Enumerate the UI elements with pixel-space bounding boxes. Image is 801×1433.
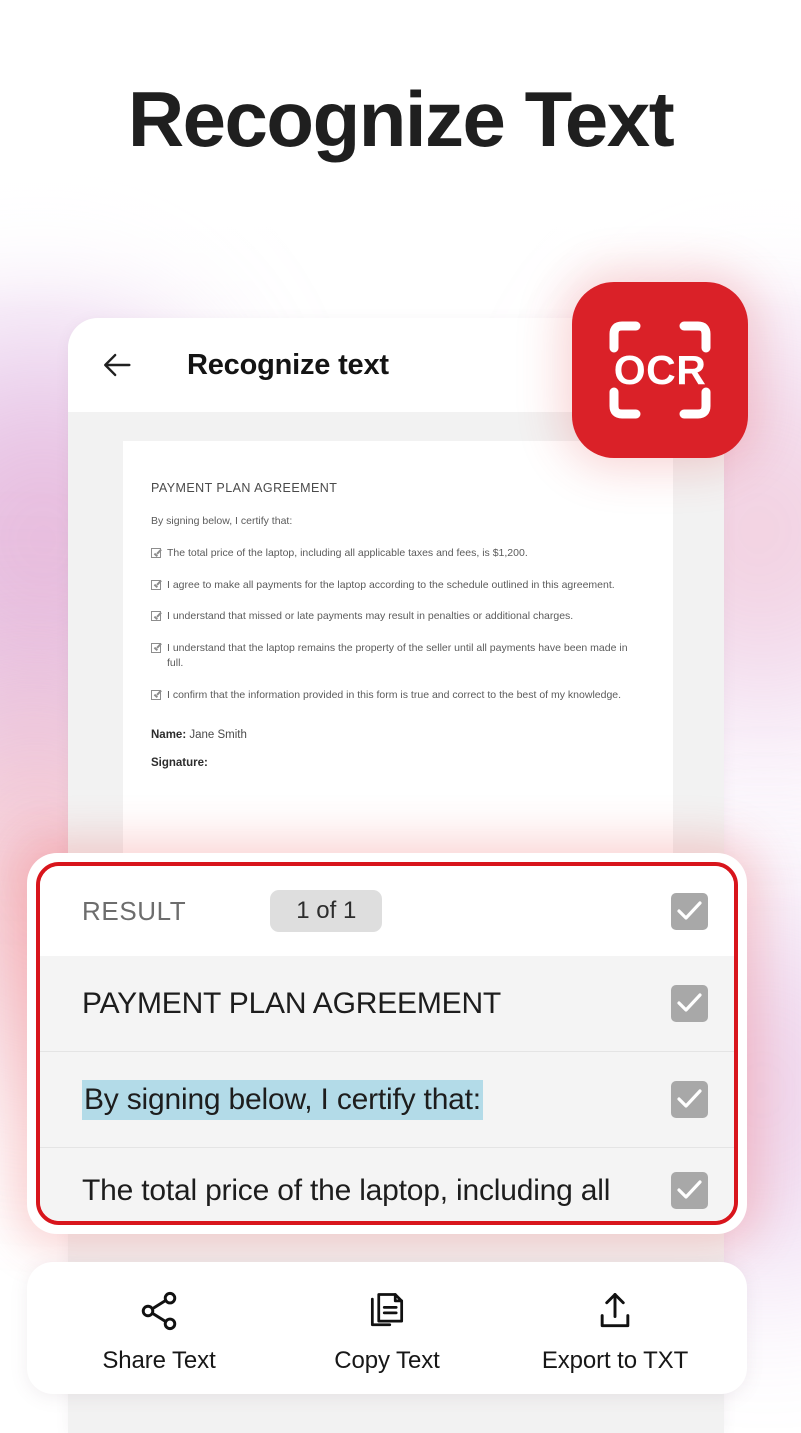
result-row-checkbox[interactable] xyxy=(671,1172,708,1209)
copy-text-button[interactable]: Copy Text xyxy=(312,1288,462,1375)
document-name-value: Jane Smith xyxy=(189,729,247,742)
document-checklist-item: I understand that missed or late payment… xyxy=(151,609,645,625)
promo-screenshot: Recognize Text Recognize text PAYMENT PL… xyxy=(0,0,801,1433)
app-title: Recognize text xyxy=(187,348,389,381)
export-to-txt-label: Export to TXT xyxy=(541,1346,689,1374)
select-all-checkbox[interactable] xyxy=(671,892,708,930)
copy-icon xyxy=(365,1288,409,1334)
export-upload-icon xyxy=(593,1288,637,1334)
document-signature-field: Signature: xyxy=(151,757,645,769)
checkbox-checked-icon xyxy=(151,548,161,559)
document-intro: By signing below, I certify that: xyxy=(151,515,293,527)
checkbox-checked-icon xyxy=(151,642,161,653)
ocr-badge-text: OCR xyxy=(614,347,707,393)
result-row-text: The total price of the laptop, including… xyxy=(82,1173,611,1207)
document-name-field: Name: Jane Smith xyxy=(151,729,645,741)
share-text-button[interactable]: Share Text xyxy=(84,1288,234,1375)
result-row-text: PAYMENT PLAN AGREEMENT xyxy=(82,986,502,1020)
arrow-left-icon[interactable] xyxy=(101,348,135,382)
result-row[interactable]: The total price of the laptop, including… xyxy=(40,1147,734,1221)
document-checklist-item: I confirm that the information provided … xyxy=(151,688,645,704)
result-panel: RESULT 1 of 1 PAYMENT PLAN AGREEMENT By xyxy=(36,862,738,1225)
document-checklist-item: The total price of the laptop, including… xyxy=(151,546,645,562)
document-item-text: I agree to make all payments for the lap… xyxy=(167,578,615,591)
result-row-text-selected[interactable]: By signing below, I certify that: xyxy=(82,1079,483,1120)
result-label: RESULT xyxy=(82,895,187,926)
result-row-checkbox[interactable] xyxy=(671,985,708,1022)
action-toolbar: Share Text Copy Text Export to TXT xyxy=(27,1262,747,1394)
checkbox-checked-icon xyxy=(151,611,161,622)
document-checklist-item: I agree to make all payments for the lap… xyxy=(151,578,645,594)
result-row[interactable]: By signing below, I certify that: xyxy=(40,1051,734,1147)
result-row-checkbox[interactable] xyxy=(671,1081,708,1118)
page-counter-badge: 1 of 1 xyxy=(270,890,383,932)
document-item-text: I confirm that the information provided … xyxy=(167,688,622,701)
document-name-label: Name: xyxy=(151,729,187,742)
result-header: RESULT 1 of 1 xyxy=(40,866,734,956)
document-signature-label: Signature: xyxy=(151,757,208,770)
document-item-text: The total price of the laptop, including… xyxy=(167,547,528,560)
export-to-txt-button[interactable]: Export to TXT xyxy=(540,1288,690,1375)
document-item-text: I understand that the laptop remains the… xyxy=(167,641,628,670)
document-checklist-item: I understand that the laptop remains the… xyxy=(151,641,645,672)
document-heading: PAYMENT PLAN AGREEMENT xyxy=(151,481,338,495)
checkbox-checked-icon xyxy=(151,689,161,700)
result-row[interactable]: PAYMENT PLAN AGREEMENT xyxy=(40,956,734,1051)
ocr-app-badge: OCR xyxy=(572,282,748,458)
share-text-label: Share Text xyxy=(102,1346,216,1374)
result-panel-highlight: RESULT 1 of 1 PAYMENT PLAN AGREEMENT By xyxy=(27,853,747,1234)
checkbox-checked-icon xyxy=(151,579,161,590)
share-icon xyxy=(137,1288,181,1334)
page-title: Recognize Text xyxy=(127,75,675,163)
copy-text-label: Copy Text xyxy=(334,1346,440,1374)
document-item-text: I understand that missed or late payment… xyxy=(167,610,574,623)
